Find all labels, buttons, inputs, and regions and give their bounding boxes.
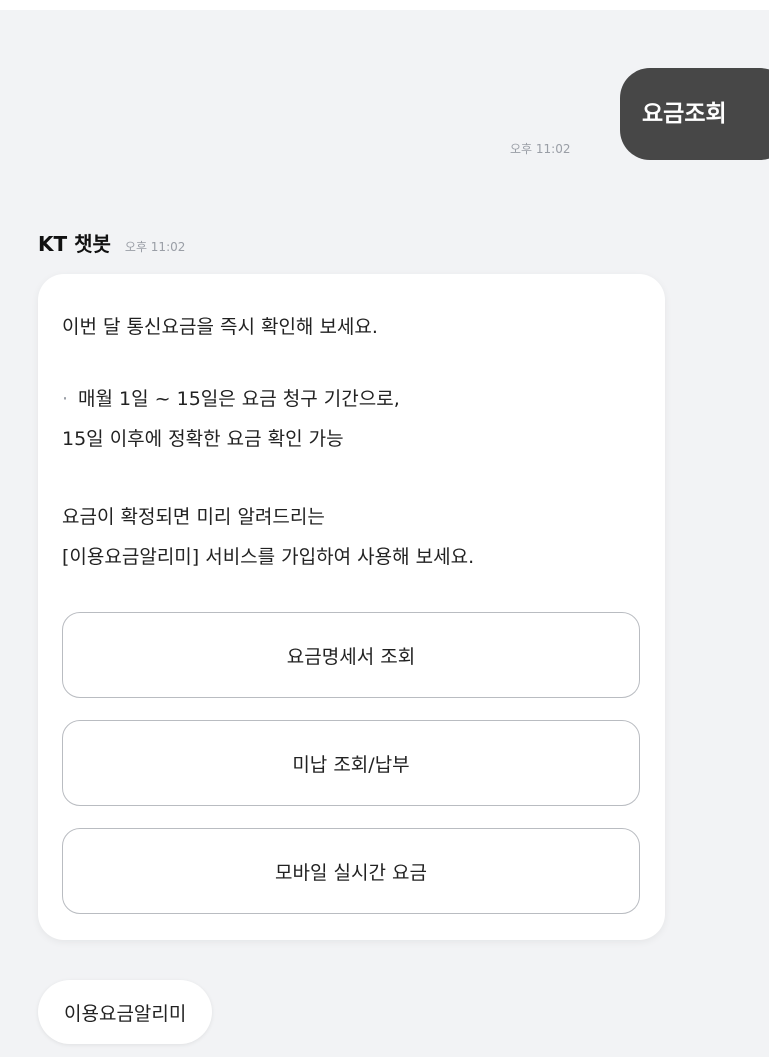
- user-message-time: 오후 11:02: [510, 142, 571, 156]
- bot-message-line: [이용요금알리미] 서비스를 가입하여 사용해 보세요.: [62, 546, 475, 568]
- bot-message-line: 15일 이후에 정확한 요금 확인 가능: [62, 428, 344, 450]
- chat-area: 오후 11:02 요금조회 KT 챗봇 오후 11:02 이번 달 통신요금을 …: [0, 10, 769, 1057]
- quick-reply-fee-alert[interactable]: 이용요금알리미: [38, 980, 213, 1044]
- bot-message-line: 매월 1일 ~ 15일은 요금 청구 기간으로,: [78, 388, 400, 410]
- user-message-bubble: 요금조회: [620, 68, 769, 160]
- bot-message-bullet-line: · 매월 1일 ~ 15일은 요금 청구 기간으로,: [62, 384, 400, 411]
- unpaid-payment-button[interactable]: 미납 조회/납부: [62, 720, 640, 806]
- bill-statement-button[interactable]: 요금명세서 조회: [62, 612, 640, 698]
- bot-name: KT 챗봇: [38, 232, 111, 256]
- bot-message-card: 이번 달 통신요금을 즉시 확인해 보세요. · 매월 1일 ~ 15일은 요금 …: [38, 274, 665, 940]
- bot-message-line: 요금이 확정되면 미리 알려드리는: [62, 506, 325, 528]
- bot-message-time: 오후 11:02: [124, 240, 186, 254]
- mobile-realtime-fee-button[interactable]: 모바일 실시간 요금: [62, 828, 640, 914]
- bullet-icon: ·: [62, 388, 69, 410]
- bot-header: KT 챗봇 오후 11:02: [38, 228, 185, 257]
- bot-message-line: 이번 달 통신요금을 즉시 확인해 보세요.: [62, 316, 378, 338]
